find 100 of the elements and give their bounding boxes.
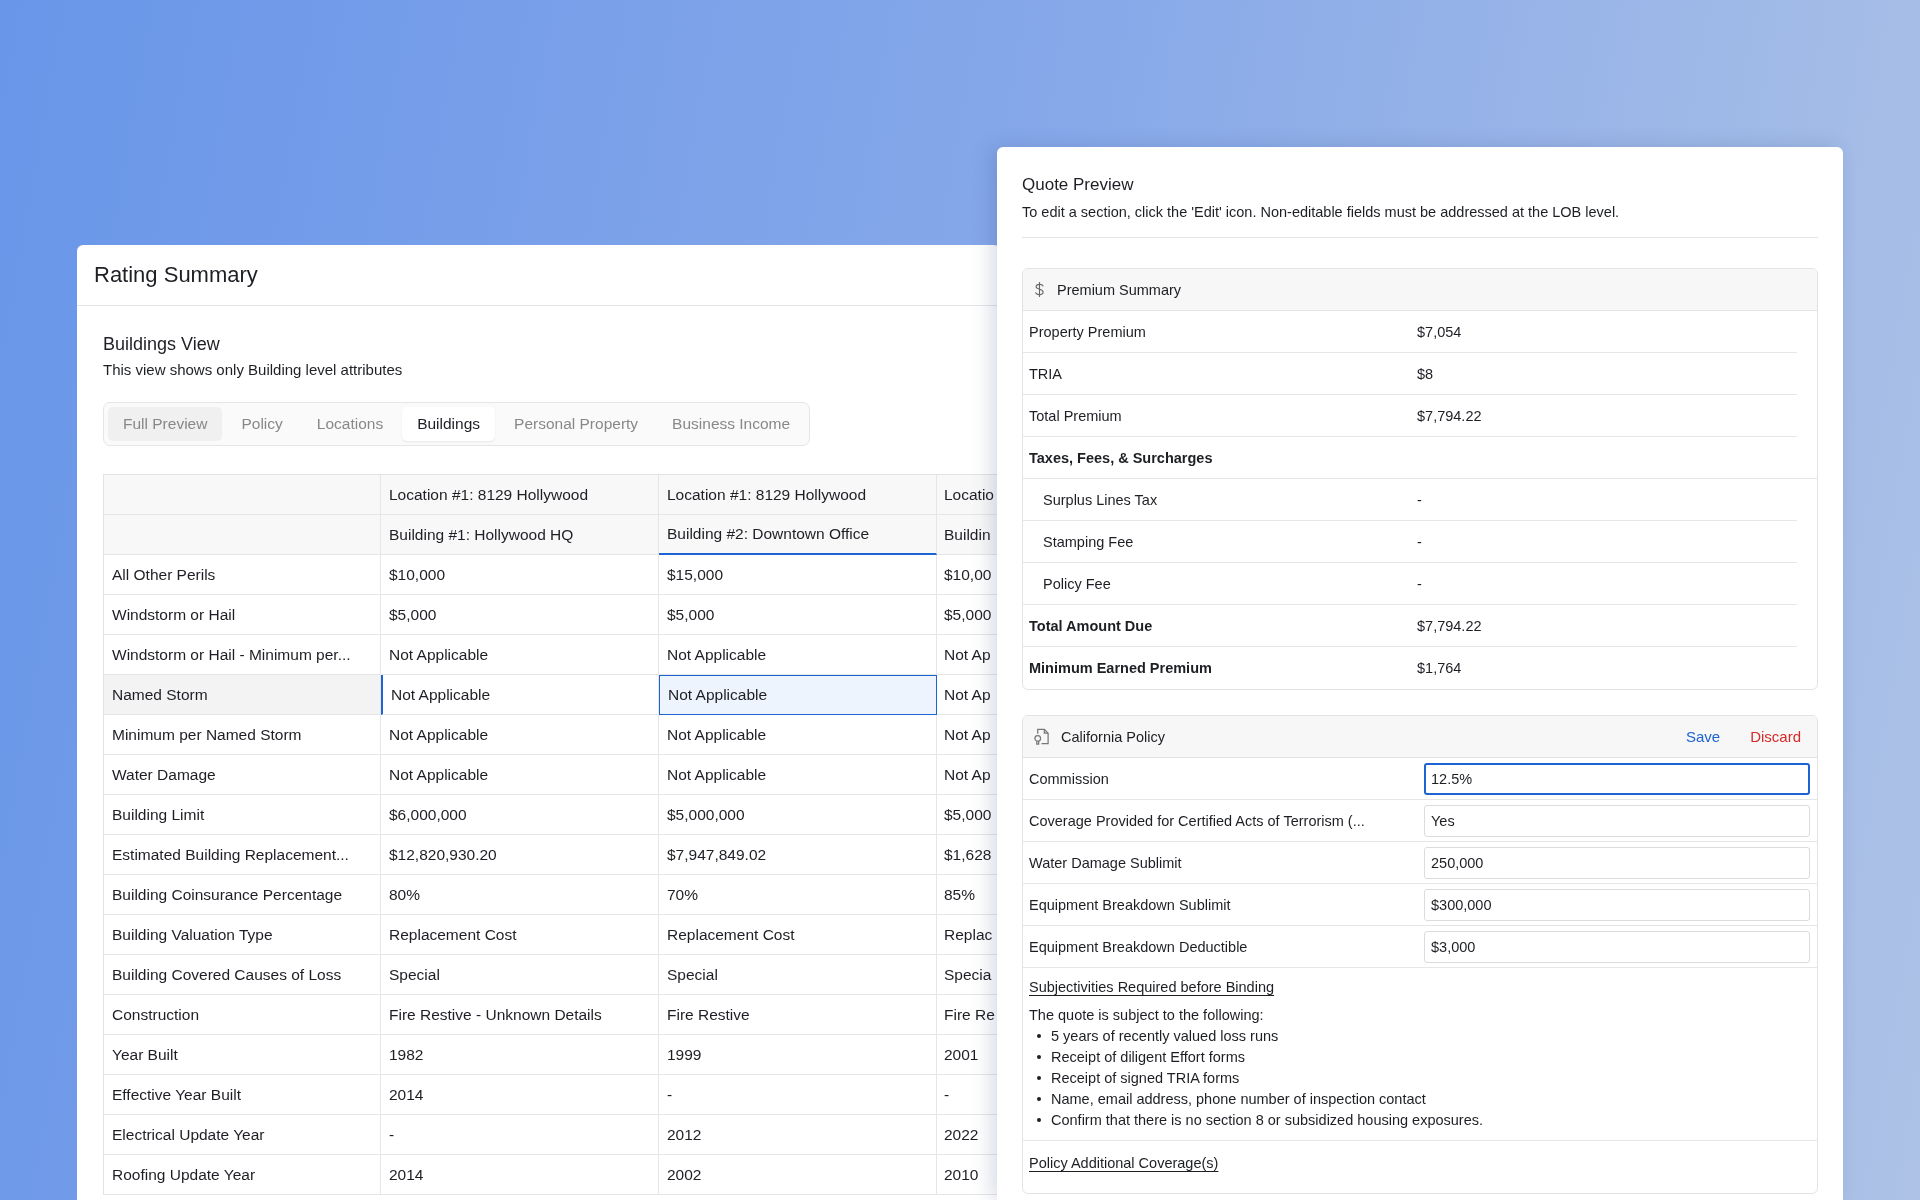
table-cell: $10,000 [381,555,659,595]
row-label: Building Valuation Type [104,915,381,955]
table-cell: Fire Restive [659,995,937,1035]
field-label: Equipment Breakdown Sublimit [1029,896,1232,913]
bullet-icon [1037,1054,1041,1059]
row-label: Year Built [104,1035,381,1075]
list-item: Confirm that there is no section 8 or subsidized housing exposures. [1051,1111,1483,1128]
row-label: Roofing Update Year [104,1155,381,1195]
table-cell: 2014 [381,1155,659,1195]
row-label: Water Damage [104,755,381,795]
table-cell: Not Applicable [659,755,937,795]
summary-label: Minimum Earned Premium [1029,660,1213,676]
table-cell: 2002 [659,1155,937,1195]
bullet-icon [1037,1075,1041,1080]
section-heading: Policy Additional Coverage(s) [1029,1155,1220,1171]
list-item: Receipt of signed TRIA forms [1051,1069,1240,1086]
section-heading: Subjectivities Required before Binding [1029,979,1276,995]
input-field[interactable]: 250,000 [1424,846,1810,879]
input-field[interactable]: $3,000 [1424,930,1810,963]
bullet-icon [1037,1117,1041,1122]
field-label: Commission [1029,770,1110,787]
summary-value: $1,764 [1417,660,1463,676]
table-cell: $5,000 [659,595,937,635]
tab[interactable]: Business Income [657,407,806,441]
summary-value: $7,054 [1417,323,1463,340]
row-label: Windstorm or Hail [104,595,381,635]
summary-value: $7,794.22 [1417,407,1483,424]
table-cell: Not Applicable [381,635,659,675]
summary-value: $8 [1417,365,1435,382]
input-field[interactable]: 12.5% [1424,762,1810,795]
table-cell: Not Applicable [381,755,659,795]
column-header: Location #1: 8129 Hollywood [659,475,937,515]
table-cell: Special [659,955,937,995]
summary-label: Policy Fee [1042,575,1112,592]
table-cell: 80% [381,875,659,915]
table-cell: $15,000 [659,555,937,595]
row-label: Building Covered Causes of Loss [104,955,381,995]
summary-value: - [1417,533,1423,550]
row-label: All Other Perils [104,555,381,595]
tab[interactable]: Buildings [402,407,496,441]
table-cell: Special [381,955,659,995]
field-label: Water Damage Sublimit [1029,854,1183,871]
panel-description: To edit a section, click the 'Edit' icon. Non-editable fields must be addressed at the LOB level. [1022,204,1621,220]
table-cell: 70% [659,875,937,915]
row-label: Estimated Building Replacement... [104,835,381,875]
summary-label: Taxes, Fees, & Surcharges [1029,449,1214,466]
table-cell: 1982 [381,1035,659,1075]
list-item: 5 years of recently valued loss runs [1051,1027,1279,1044]
table-cell: $5,000,000 [659,795,937,835]
view-title: Buildings View [103,334,221,355]
table-cell: Not Applicable [659,715,937,755]
document-icon [1033,728,1050,745]
table-cell: 2012 [659,1115,937,1155]
column-header: Building #2: Downtown Office [659,515,937,555]
card-title: California Policy [1061,728,1165,745]
summary-value: - [1417,491,1423,508]
dollar-icon [1034,281,1045,298]
row-label: Electrical Update Year [104,1115,381,1155]
save-button[interactable]: Save [1685,728,1721,745]
table-cell: $7,947,849.02 [659,835,937,875]
tab[interactable]: Personal Property [499,407,654,441]
row-label: Construction [104,995,381,1035]
table-cell: $5,000 [381,595,659,635]
column-header: Location #1: 8129 Hollywood [381,475,659,515]
tab[interactable]: Locations [301,407,399,441]
field-label: Equipment Breakdown Deductible [1029,938,1249,955]
column-header: Building #1: Hollywood HQ [381,515,659,555]
table-cell: - [381,1115,659,1155]
input-field[interactable]: Yes [1424,804,1810,837]
table-cell: Not Applicable [381,715,659,755]
row-label: Minimum per Named Storm [104,715,381,755]
intro-text: The quote is subject to the following: [1029,1007,1265,1023]
table-cell: Replacement Cost [659,915,937,955]
column-header: Locatio [937,475,1000,515]
column-header: Buildin [937,515,1000,555]
row-label: Building Limit [104,795,381,835]
table-cell: $6,000,000 [381,795,659,835]
summary-label: Property Premium [1029,323,1147,340]
table-cell: Replacement Cost [381,915,659,955]
list-item: Name, email address, phone number of inspection contact [1051,1090,1426,1107]
tab[interactable]: Full Preview [108,407,223,441]
discard-button[interactable]: Discard [1750,728,1801,745]
summary-label: TRIA [1029,365,1064,382]
summary-value: $7,794.22 [1417,617,1483,634]
summary-label: Stamping Fee [1042,533,1135,550]
card-title: Premium Summary [1057,281,1182,298]
summary-value: - [1417,575,1423,592]
input-field[interactable]: $300,000 [1424,888,1810,921]
row-label: Building Coinsurance Percentage [104,875,381,915]
view-description: This view shows only Building level attributes [103,361,404,378]
list-item: Receipt of diligent Effort forms [1051,1048,1245,1065]
row-label: Named Storm [104,675,381,715]
summary-label: Surplus Lines Tax [1042,491,1159,508]
table-cell: Not Applicable [659,675,937,715]
table-cell: Fire Restive - Unknown Details [381,995,659,1035]
table-cell: - [659,1075,937,1115]
panel-title: Quote Preview [1022,175,1135,195]
table-cell: 2014 [381,1075,659,1115]
tab[interactable]: Policy [226,407,298,441]
bullet-icon [1037,1096,1041,1101]
